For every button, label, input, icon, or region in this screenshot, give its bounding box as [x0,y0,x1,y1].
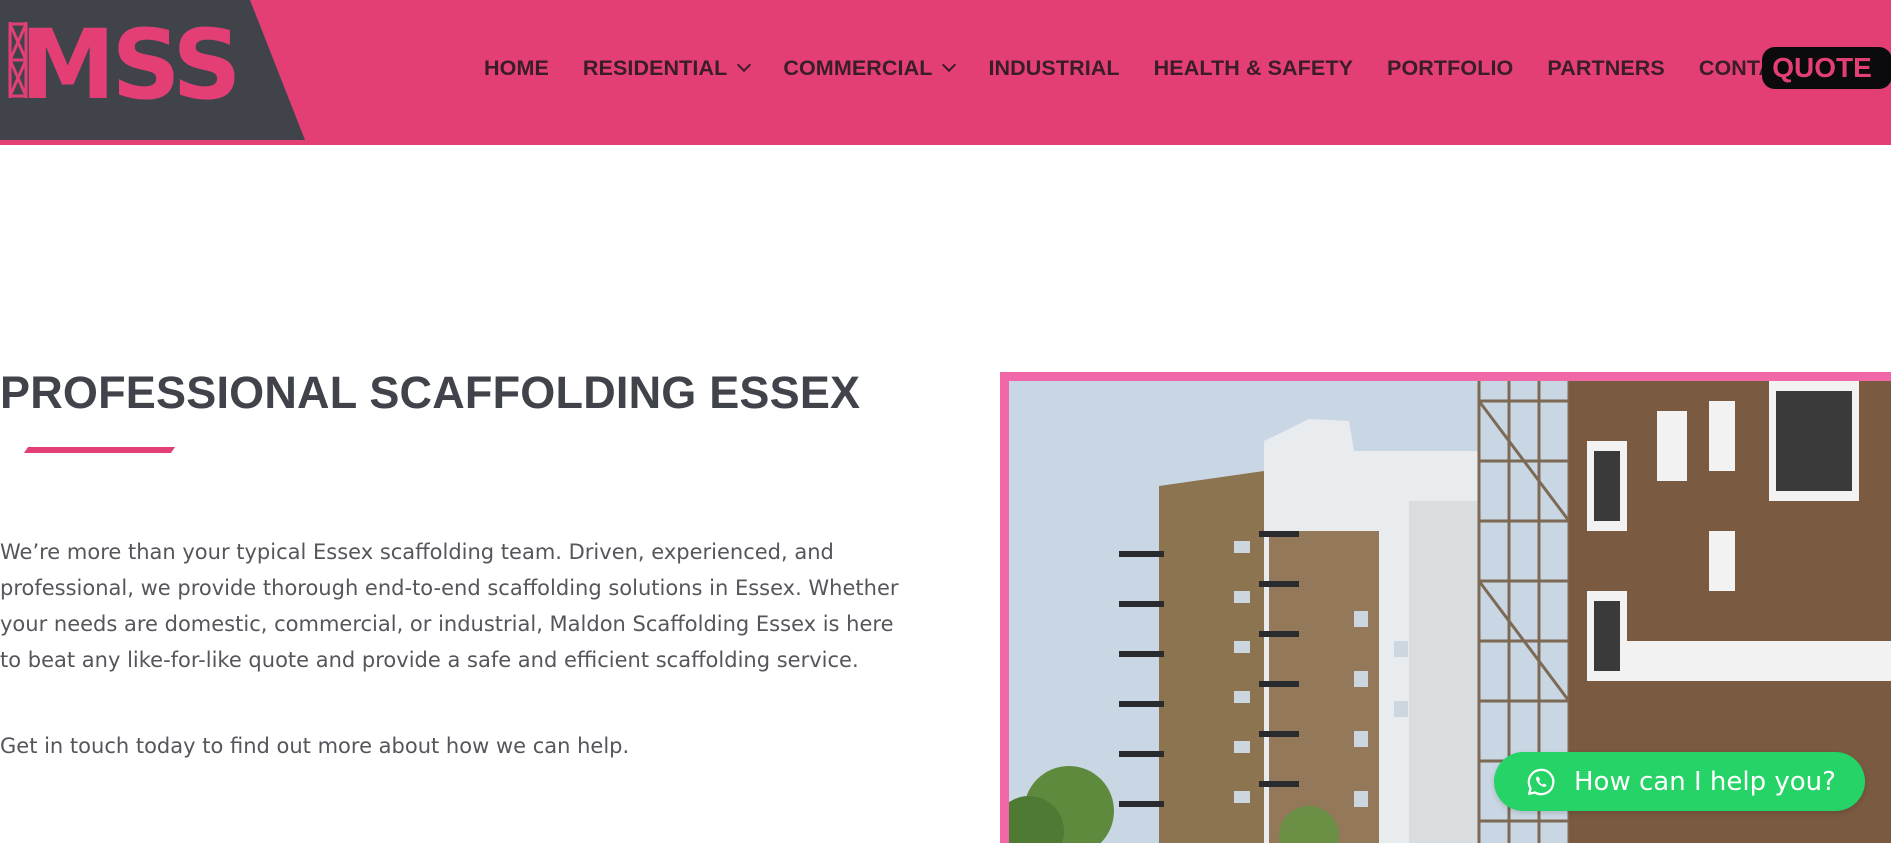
nav-item-partners[interactable]: PARTNERS [1547,56,1664,81]
nav-item-label: PARTNERS [1547,55,1665,80]
chevron-down-icon[interactable] [737,57,752,73]
site-logo[interactable]: MSS [0,0,305,140]
svg-text:MSS: MSS [20,9,238,121]
whatsapp-chat-label: How can I help you? [1574,766,1836,797]
nav-item-label: HEALTH & SAFETY [1153,55,1354,80]
nav-item-label: PORTFOLIO [1387,55,1514,80]
cta-paragraph: Get in touch today to find out more abou… [0,734,630,758]
whatsapp-chat-button[interactable]: How can I help you? [1494,752,1865,811]
chevron-down-icon[interactable] [942,57,957,73]
nav-item-label: RESIDENTIAL [582,55,728,80]
nav-item-portfolio[interactable]: PORTFOLIO [1387,56,1513,81]
site-header: MSS HOME RESIDENTIAL COMMERCIAL INDUSTRIAL H… [0,0,1891,145]
nav-item-label: HOME [484,55,549,80]
whatsapp-icon [1527,768,1555,795]
nav-item-residential[interactable]: RESIDENTIAL [582,55,752,81]
nav-item-health-safety[interactable]: HEALTH & SAFETY [1154,56,1353,81]
main-nav: HOME RESIDENTIAL COMMERCIAL INDUSTRIAL HEALT… [484,48,1819,88]
page-title: PROFESSIONAL SCAFFOLDING ESSEX [0,367,861,418]
intro-paragraph: We’re more than your typical Essex scaff… [0,540,899,672]
nav-item-label: INDUSTRIAL [988,55,1120,80]
nav-item-label: COMMERCIAL [783,55,933,80]
quote-button[interactable]: QUOTE [1762,47,1891,89]
nav-item-commercial[interactable]: COMMERCIAL [783,55,957,81]
quote-button-label: QUOTE [1772,52,1872,83]
logo-graphic: MSS [0,0,305,140]
title-underline [23,447,176,453]
nav-item-industrial[interactable]: INDUSTRIAL [988,56,1119,81]
nav-item-home[interactable]: HOME [484,56,549,81]
